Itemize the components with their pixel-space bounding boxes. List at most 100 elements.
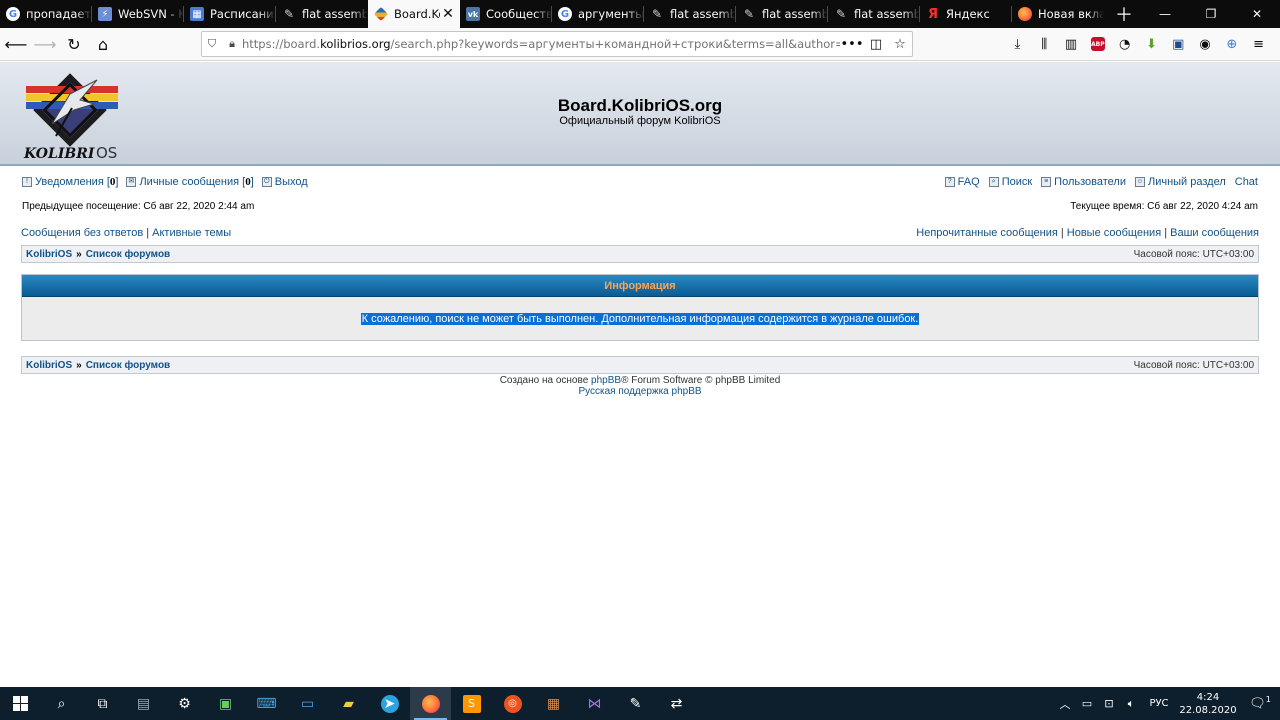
keyboard-app[interactable]: ⌨ bbox=[246, 687, 287, 720]
your-posts-link[interactable]: Ваши сообщения bbox=[1170, 227, 1259, 239]
network-app[interactable]: ⇄ bbox=[656, 687, 697, 720]
flat-assembler-icon: ✎ bbox=[835, 7, 847, 21]
close-window-icon[interactable]: ✕ bbox=[1234, 0, 1280, 28]
page-actions-icon[interactable]: ••• bbox=[840, 37, 864, 52]
downloads-icon[interactable]: ⤓ bbox=[1004, 32, 1031, 56]
tab-flat-assembler-4[interactable]: ✎ flat assembl bbox=[828, 0, 920, 28]
library-icon[interactable]: ⫼ bbox=[1031, 32, 1058, 56]
gear-icon: ⚙ bbox=[178, 695, 191, 712]
tab-new-tab[interactable]: Новая вклад bbox=[1012, 0, 1104, 28]
tab-vk[interactable]: vk Сообщества bbox=[460, 0, 552, 28]
task-view-button[interactable]: ⧉ bbox=[82, 687, 123, 720]
sublime-text-app[interactable]: S bbox=[451, 687, 492, 720]
tab-yandex[interactable]: Я Яндекс bbox=[920, 0, 1012, 28]
tab-google-1[interactable]: G пропадает а bbox=[0, 0, 92, 28]
phpbb-link[interactable]: phpBB bbox=[591, 375, 621, 386]
tab-flat-assembler-2[interactable]: ✎ flat assembl bbox=[644, 0, 736, 28]
grid-app[interactable]: ▦ bbox=[533, 687, 574, 720]
active-topics-link[interactable]: Активные темы bbox=[152, 227, 231, 239]
members-link[interactable]: ≡ Пользователи bbox=[1041, 176, 1126, 188]
home-icon[interactable]: ⌂ bbox=[90, 31, 116, 57]
monitor-app[interactable]: ▭ bbox=[287, 687, 328, 720]
notification-count: 1 bbox=[1265, 695, 1271, 705]
bracket: ] bbox=[250, 176, 254, 188]
faq-icon: ? bbox=[944, 177, 955, 187]
adblock-plus-icon[interactable]: ABP bbox=[1084, 32, 1111, 56]
url-text[interactable]: https://board.kolibrios.org/search.php?k… bbox=[242, 37, 840, 51]
sidebar-icon[interactable]: ▥ bbox=[1058, 32, 1085, 56]
extension-globe-icon[interactable]: ⊕ bbox=[1218, 32, 1245, 56]
volume-icon[interactable]: 🔈︎ bbox=[1120, 697, 1142, 711]
menu-icon[interactable]: ≡ bbox=[1245, 32, 1272, 56]
breadcrumb-home-link[interactable]: KolibriOS bbox=[26, 360, 72, 371]
search-link[interactable]: ⌕ Поиск bbox=[988, 176, 1032, 188]
tab-schedule[interactable]: ▦ Расписания bbox=[184, 0, 276, 28]
information-panel: Информация К сожалению, поиск не может б… bbox=[21, 274, 1259, 341]
extension-box-icon[interactable]: ▣ bbox=[1165, 32, 1192, 56]
battery-icon[interactable]: ▭ bbox=[1076, 697, 1098, 710]
tab-flat-assembler-1[interactable]: ✎ flat assembl bbox=[276, 0, 368, 28]
schedule-icon: ▦ bbox=[190, 7, 204, 21]
address-bar[interactable]: ⛉ 🔒︎ https://board.kolibrios.org/search.… bbox=[201, 31, 913, 57]
visual-studio-app[interactable]: ⋈ bbox=[574, 687, 615, 720]
faq-link[interactable]: ? FAQ bbox=[944, 176, 980, 188]
tab-label: flat assembl bbox=[854, 7, 920, 21]
google-icon: G bbox=[6, 7, 20, 21]
reload-icon[interactable]: ↻ bbox=[61, 31, 87, 57]
flat-assembler-icon: ✎ bbox=[651, 7, 663, 21]
logout-icon: ⏻ bbox=[261, 177, 272, 187]
tab-close-icon[interactable]: ✕ bbox=[440, 6, 456, 22]
editor-app[interactable]: ✎ bbox=[615, 687, 656, 720]
restore-icon[interactable]: ❐ bbox=[1188, 0, 1234, 28]
logout-link[interactable]: ⏻ Выход bbox=[261, 176, 308, 188]
private-messages-label: Личные сообщения [0] bbox=[139, 176, 253, 188]
notification-center-icon[interactable]: 🗨︎1 bbox=[1240, 695, 1280, 711]
start-button[interactable] bbox=[0, 687, 41, 720]
minimize-icon[interactable]: — bbox=[1142, 0, 1188, 28]
settings-app[interactable]: ⚙ bbox=[164, 687, 205, 720]
firefox-icon bbox=[421, 694, 440, 713]
breadcrumb-index-link[interactable]: Список форумов bbox=[86, 249, 171, 260]
pocket-icon[interactable]: ◫ bbox=[864, 37, 888, 52]
breadcrumb-index-link[interactable]: Список форумов bbox=[86, 360, 171, 371]
ucp-link[interactable]: ☺ Личный раздел bbox=[1134, 176, 1226, 188]
ubuntu-app[interactable]: ◎ bbox=[492, 687, 533, 720]
bookmark-star-icon[interactable]: ☆ bbox=[888, 37, 912, 52]
notepad-app[interactable]: ▤ bbox=[123, 687, 164, 720]
search-button[interactable]: ⌕ bbox=[41, 687, 82, 720]
visual-studio-icon: ⋈ bbox=[587, 695, 602, 712]
faq-label: FAQ bbox=[957, 176, 980, 188]
tracking-protection-icon[interactable]: ⛉ bbox=[202, 37, 222, 51]
new-tab-button[interactable]: ＋ bbox=[1104, 0, 1144, 28]
tab-google-2[interactable]: G аргументы к bbox=[552, 0, 644, 28]
forward-arrow-icon[interactable]: ⟶ bbox=[32, 31, 58, 57]
chevron-up-icon[interactable]: ︿ bbox=[1054, 696, 1076, 712]
pipe-separator: | bbox=[146, 227, 150, 239]
unread-posts-link[interactable]: Непрочитанные сообщения bbox=[916, 227, 1058, 239]
file-explorer-app[interactable]: ▰ bbox=[328, 687, 369, 720]
account-icon[interactable]: ◉ bbox=[1192, 32, 1219, 56]
site-title[interactable]: Board.KolibriOS.org bbox=[0, 96, 1280, 116]
extension-dog-icon[interactable]: ◔ bbox=[1111, 32, 1138, 56]
pen-icon: ✎ bbox=[629, 695, 642, 712]
lock-icon[interactable]: 🔒︎ bbox=[222, 37, 242, 51]
unanswered-posts-link[interactable]: Сообщения без ответов bbox=[21, 227, 143, 239]
firefox-app[interactable] bbox=[410, 687, 451, 720]
tab-board-kolibrios[interactable]: Board.Ko ✕ bbox=[368, 0, 460, 28]
private-messages-link[interactable]: ✉ Личные сообщения [0] bbox=[126, 176, 254, 188]
tab-websvn[interactable]: ⚡ WebSVN - K bbox=[92, 0, 184, 28]
network-tray-icon[interactable]: ⊡ bbox=[1098, 697, 1120, 710]
navigation-toolbar: ⟵ ⟶ ↻ ⌂ ⛉ 🔒︎ https://board.kolibrios.org… bbox=[0, 28, 1280, 61]
new-posts-link[interactable]: Новые сообщения bbox=[1067, 227, 1161, 239]
input-language[interactable]: РУС bbox=[1142, 698, 1176, 709]
russian-support-link[interactable]: Русская поддержка phpBB bbox=[0, 386, 1280, 397]
notifications-link[interactable]: ! Уведомления [0] bbox=[22, 176, 118, 188]
tab-flat-assembler-3[interactable]: ✎ flat assembl bbox=[736, 0, 828, 28]
media-app[interactable]: ▣ bbox=[205, 687, 246, 720]
chat-link[interactable]: Chat bbox=[1235, 176, 1258, 188]
breadcrumb-home-link[interactable]: KolibriOS bbox=[26, 249, 72, 260]
back-arrow-icon[interactable]: ⟵ bbox=[3, 31, 29, 57]
extension-download-icon[interactable]: ⬇ bbox=[1138, 32, 1165, 56]
clock[interactable]: 4:24 22.08.2020 bbox=[1176, 691, 1240, 717]
telegram-app[interactable]: ➤ bbox=[369, 687, 410, 720]
